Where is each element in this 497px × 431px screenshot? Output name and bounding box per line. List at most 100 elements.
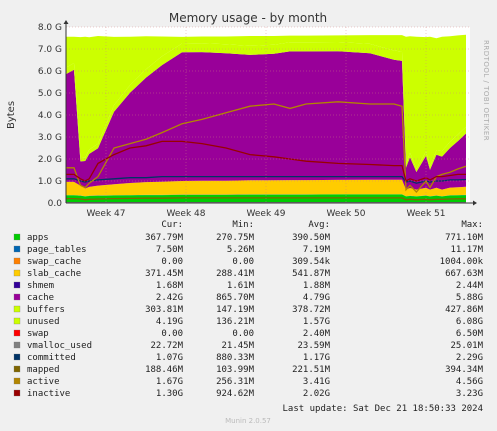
legend-max-inactive: 3.23G bbox=[456, 389, 483, 399]
legend-name-inactive: inactive bbox=[27, 389, 70, 399]
legend-swatch-mapped bbox=[13, 365, 21, 373]
legend-cur-swap-cache: 0.00 bbox=[161, 257, 183, 267]
x-axis-arrow bbox=[473, 200, 477, 206]
y-tick-label: 2.0 G bbox=[38, 155, 62, 165]
legend-max-swap-cache: 1004.00k bbox=[440, 257, 484, 267]
y-tick-label: 6.0 G bbox=[38, 67, 62, 77]
legend-name-swap: swap bbox=[27, 329, 49, 339]
legend-swatch-unused bbox=[13, 317, 21, 325]
legend-cur-swap: 0.00 bbox=[161, 329, 183, 339]
legend-min-mapped: 103.99M bbox=[216, 365, 255, 375]
legend-min-page-tables: 5.26M bbox=[227, 245, 255, 255]
legend-cur-apps: 367.79M bbox=[145, 233, 184, 243]
legend-min-committed: 880.33M bbox=[216, 353, 255, 363]
legend-swatch-inactive bbox=[13, 389, 21, 397]
legend-avg-shmem: 1.88M bbox=[303, 281, 331, 291]
legend-cur-committed: 1.07G bbox=[156, 353, 183, 363]
legend-name-swap-cache: swap_cache bbox=[27, 257, 81, 267]
y-tick-label: 8.0 G bbox=[38, 23, 62, 33]
legend-max-unused: 6.08G bbox=[456, 317, 483, 327]
legend-name-buffers: buffers bbox=[27, 305, 65, 315]
legend-max-swap: 6.50M bbox=[456, 329, 484, 339]
y-tick-label: 3.0 G bbox=[38, 133, 62, 143]
legend-swatch-apps bbox=[13, 233, 21, 241]
legend-avg-swap: 2.40M bbox=[303, 329, 331, 339]
legend-cur-inactive: 1.30G bbox=[156, 389, 183, 399]
legend-cur-buffers: 303.81M bbox=[145, 305, 184, 315]
legend-max-mapped: 394.34M bbox=[445, 365, 484, 375]
y-axis-label: Bytes bbox=[6, 101, 17, 129]
legend-name-active: active bbox=[27, 377, 60, 387]
legend-min-vmalloc-used: 21.45M bbox=[221, 341, 254, 351]
legend-name-page-tables: page_tables bbox=[27, 245, 87, 255]
legend-min-active: 256.31M bbox=[216, 377, 255, 387]
legend-name-apps: apps bbox=[27, 233, 49, 243]
legend-avg-swap-cache: 309.54k bbox=[292, 257, 331, 267]
legend-cur-active: 1.67G bbox=[156, 377, 183, 387]
legend-max-vmalloc-used: 25.01M bbox=[450, 341, 483, 351]
legend-swatch-slab-cache bbox=[13, 269, 21, 277]
y-tick-label: 0.0 bbox=[48, 199, 63, 209]
legend-swatch-buffers bbox=[13, 305, 21, 313]
legend-max-committed: 2.29G bbox=[456, 353, 483, 363]
legend-avg-inactive: 2.02G bbox=[303, 389, 330, 399]
legend-swatch-committed bbox=[13, 353, 21, 361]
legend-avg-unused: 1.57G bbox=[303, 317, 330, 327]
legend-swatch-swap bbox=[13, 329, 21, 337]
legend-cur-unused: 4.19G bbox=[156, 317, 183, 327]
legend-avg-apps: 390.50M bbox=[292, 233, 331, 243]
legend-name-cache: cache bbox=[27, 293, 54, 303]
legend-header-cur: Cur: bbox=[161, 220, 183, 230]
y-tick-label: 1.0 G bbox=[38, 177, 62, 187]
legend-min-apps: 270.75M bbox=[216, 233, 255, 243]
legend-avg-page-tables: 7.19M bbox=[303, 245, 331, 255]
legend-max-page-tables: 11.17M bbox=[450, 245, 483, 255]
rrdtool-credit: RRDTOOL / TOBI OETIKER bbox=[482, 40, 490, 141]
legend-name-mapped: mapped bbox=[27, 365, 60, 375]
legend-name-unused: unused bbox=[27, 317, 60, 327]
legend-name-slab-cache: slab_cache bbox=[27, 269, 81, 279]
legend-swatch-vmalloc-used bbox=[13, 341, 21, 349]
legend-max-shmem: 2.44M bbox=[456, 281, 484, 291]
y-tick-label: 7.0 G bbox=[38, 45, 62, 55]
legend-avg-mapped: 221.51M bbox=[292, 365, 331, 375]
legend-cur-shmem: 1.68M bbox=[156, 281, 184, 291]
legend-swatch-shmem bbox=[13, 281, 21, 289]
legend-min-slab-cache: 288.41M bbox=[216, 269, 255, 279]
x-tick-label: Week 51 bbox=[407, 209, 446, 219]
legend-max-slab-cache: 667.63M bbox=[445, 269, 484, 279]
last-update: Last update: Sat Dec 21 18:50:33 2024 bbox=[283, 404, 483, 414]
legend-swatch-cache bbox=[13, 293, 21, 301]
legend-header-max: Max: bbox=[461, 220, 483, 230]
legend-avg-committed: 1.17G bbox=[303, 353, 330, 363]
legend-max-buffers: 427.86M bbox=[445, 305, 484, 315]
legend: Cur: Min: Avg: Max: apps 367.79M 270.75M 390.50… bbox=[13, 220, 484, 399]
legend-avg-active: 3.41G bbox=[303, 377, 330, 387]
legend-name-committed: committed bbox=[27, 353, 76, 363]
legend-min-cache: 865.70M bbox=[216, 293, 255, 303]
legend-name-shmem: shmem bbox=[27, 281, 54, 291]
legend-cur-cache: 2.42G bbox=[156, 293, 183, 303]
legend-header-avg: Avg: bbox=[308, 220, 330, 230]
legend-avg-cache: 4.79G bbox=[303, 293, 330, 303]
legend-min-shmem: 1.61M bbox=[227, 281, 255, 291]
memory-chart: Memory usage - by month RRDTOOL / TOBI O… bbox=[6, 11, 490, 425]
legend-cur-slab-cache: 371.45M bbox=[145, 269, 184, 279]
munin-version: Munin 2.0.57 bbox=[225, 417, 271, 425]
legend-max-active: 4.56G bbox=[456, 377, 483, 387]
legend-avg-buffers: 378.72M bbox=[292, 305, 331, 315]
x-tick-label: Week 50 bbox=[327, 209, 366, 219]
x-tick-label: Week 48 bbox=[167, 209, 206, 219]
legend-name-vmalloc-used: vmalloc_used bbox=[27, 341, 92, 351]
legend-swatch-page-tables bbox=[13, 245, 21, 253]
legend-header-min: Min: bbox=[232, 220, 254, 230]
y-tick-label: 5.0 G bbox=[38, 89, 62, 99]
x-tick-label: Week 49 bbox=[247, 209, 286, 219]
y-tick-label: 4.0 G bbox=[38, 111, 62, 121]
legend-cur-vmalloc-used: 22.72M bbox=[150, 341, 183, 351]
legend-avg-vmalloc-used: 23.59M bbox=[297, 341, 330, 351]
legend-min-inactive: 924.62M bbox=[216, 389, 255, 399]
legend-cur-mapped: 188.46M bbox=[145, 365, 184, 375]
legend-min-swap: 0.00 bbox=[232, 329, 254, 339]
legend-cur-page-tables: 7.50M bbox=[156, 245, 184, 255]
